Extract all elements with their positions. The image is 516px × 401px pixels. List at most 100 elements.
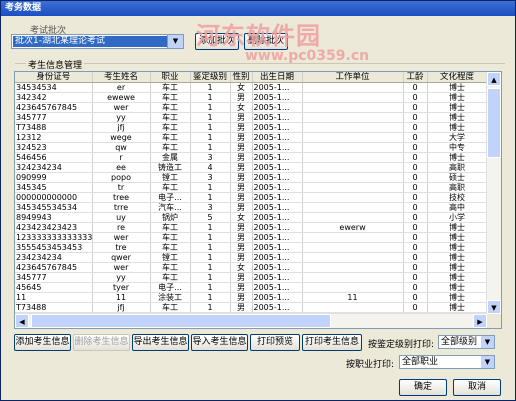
job-select[interactable]: 全部职业 ▼ — [399, 355, 495, 369]
table-cell: 0 — [403, 262, 428, 273]
table-cell — [302, 132, 404, 143]
table-cell: 0 — [403, 272, 428, 283]
table-row[interactable]: 3555453453453 tre 车工 1 男 2005-1... 0 博士 — [15, 242, 488, 253]
table-cell: 汽车... — [150, 202, 191, 213]
table-cell: 车工 — [150, 242, 191, 253]
chevron-down-icon[interactable]: ▼ — [481, 336, 494, 348]
table-cell: 大学 — [427, 132, 488, 143]
table-cell: 1 — [190, 262, 231, 273]
table-row[interactable]: 423423423423 re 车工 1 男 2005-1... ewerw 0 博士 — [15, 222, 488, 233]
column-header[interactable]: 工龄 — [403, 72, 428, 83]
scroll-left-icon[interactable]: ◀ — [15, 314, 29, 328]
table-row[interactable]: 423645767845 wer 车工 1 女 2005-1... 0 博士 — [15, 102, 488, 113]
add-batch-button[interactable]: 添加批次 — [195, 33, 239, 50]
scroll-up-icon[interactable]: ▲ — [487, 72, 501, 86]
table-cell: 3 — [190, 172, 231, 183]
column-header[interactable]: 职业 — [150, 72, 191, 83]
level-select[interactable]: 全部级别 ▼ — [438, 335, 495, 349]
table-row[interactable]: 34534534 er 车工 1 女 2005-1... 0 博士 — [15, 82, 488, 93]
table-cell: 博士 — [427, 252, 488, 263]
table-cell: 车工 — [150, 122, 191, 133]
column-header[interactable]: 工作单位 — [302, 72, 404, 83]
cancel-button[interactable]: 取消 — [453, 379, 501, 396]
table-row[interactable]: 345345 tr 车工 1 男 2005-1... 0 高职 — [15, 182, 488, 193]
table-row[interactable]: T73488 jfj 车工 1 男 2005-1... 0 博士 — [15, 302, 488, 313]
table-cell: 2005-1... — [252, 232, 303, 243]
job-select-value: 全部职业 — [402, 357, 439, 367]
table-cell: wege — [92, 132, 151, 143]
table-cell: 234234234 — [15, 252, 93, 263]
delete-student-button[interactable]: 删除考生信息 — [73, 334, 130, 351]
table-row[interactable]: 000000000000 tree 电子... 1 男 2005-1... 0 技校 — [15, 192, 488, 203]
vertical-scrollbar[interactable]: ▲ ▼ — [486, 72, 501, 314]
column-header[interactable]: 出生日期 — [252, 72, 303, 83]
table-cell: T73488 — [15, 302, 93, 313]
ok-button[interactable]: 确定 — [399, 379, 447, 396]
add-student-button[interactable]: 添加考生信息 — [14, 334, 71, 351]
table-cell: 博士 — [427, 242, 488, 253]
table-row[interactable]: 423645767845 wer 车工 1 女 2005-1... 0 博士 — [15, 262, 488, 273]
table-cell: 1 — [190, 82, 231, 93]
table-cell: jfj — [92, 302, 151, 313]
table-cell: 高职 — [427, 162, 488, 173]
table-row[interactable]: 090999 popo 镗工 3 男 2005-1... 0 硕士 — [15, 172, 488, 183]
table-row[interactable]: 8949943 uy 锅炉 5 女 2005-1... 0 小学 — [15, 212, 488, 223]
table-cell: 车工 — [150, 142, 191, 153]
student-grid[interactable]: 身份证号 考生姓名 职业 鉴定级别 性别 出生日期 工作单位 工龄 文化程度 34534534 e… — [14, 71, 502, 329]
column-header[interactable]: 考生姓名 — [92, 72, 151, 83]
table-cell: 男 — [230, 172, 253, 183]
table-row[interactable]: 12312wege车工1男2005-1... 0大学 — [15, 132, 488, 143]
delete-batch-button[interactable]: 删除批次 — [244, 33, 288, 50]
table-cell: 2005-1... — [252, 172, 303, 183]
table-cell: 男 — [230, 302, 253, 313]
column-header[interactable]: 鉴定级别 — [190, 72, 231, 83]
table-cell: 男 — [230, 152, 253, 163]
table-cell: 0 — [403, 112, 428, 123]
table-row[interactable]: 11 11 涂装工 1 男 2005-1... 11 0 博士 — [15, 292, 488, 303]
table-cell: 0 — [403, 202, 428, 213]
table-cell: jfj — [92, 122, 151, 133]
horizontal-scrollbar[interactable]: ◀ ▶ — [15, 313, 487, 328]
table-cell: 0 — [403, 182, 428, 193]
table-cell: 1 — [190, 132, 231, 143]
chevron-down-icon[interactable]: ▼ — [481, 356, 494, 368]
table-cell: 电子... — [150, 282, 191, 293]
table-cell — [302, 282, 404, 293]
table-cell: 34534534 — [15, 82, 93, 93]
table-cell — [302, 212, 404, 223]
import-student-button[interactable]: 导入考生信息 — [191, 334, 248, 351]
print-student-button[interactable]: 打印考生信息 — [302, 334, 362, 351]
table-row[interactable]: 324234234 ee 铸造工 4 男 2005-1... 0 高职 — [15, 162, 488, 173]
level-select-value: 全部级别 — [441, 337, 478, 347]
column-header[interactable]: 文化程度 — [427, 72, 488, 83]
table-row[interactable]: 45645 tyer 电子... 1 男 2005-1... 0 博士 — [15, 282, 488, 293]
table-row[interactable]: 546456 r 金属 3 男 2005-1... 0 博士 — [15, 152, 488, 163]
vertical-scroll-thumb[interactable] — [487, 88, 501, 158]
student-table: 身份证号 考生姓名 职业 鉴定级别 性别 出生日期 工作单位 工龄 文化程度 34534534 e… — [15, 72, 488, 328]
table-row[interactable]: 345777 yy 车工 1 男 2005-1... 0 博士 — [15, 272, 488, 283]
table-cell: uy — [92, 212, 151, 223]
table-row[interactable]: 1233333333333333 wer 车工 1 男 2005-1... 0 博士 — [15, 232, 488, 243]
table-cell — [302, 262, 404, 273]
table-row[interactable]: 324523qw车工1男2005-1... 0中专 — [15, 142, 488, 153]
scroll-down-icon[interactable]: ▼ — [487, 300, 501, 314]
table-cell — [302, 242, 404, 253]
table-row[interactable]: 345777 yy 车工 1 男 2005-1... 0 博士 — [15, 112, 488, 123]
print-preview-button[interactable]: 打印预览 — [250, 334, 300, 351]
table-row[interactable]: 234234234 qwer 镗工 1 男 2005-1... 0 博士 — [15, 252, 488, 263]
table-cell: er — [92, 82, 151, 93]
horizontal-scroll-thumb[interactable] — [31, 314, 331, 328]
column-header[interactable]: 身份证号 — [15, 72, 93, 83]
batch-select[interactable]: 批次1-湖北某理论考试 ▼ — [11, 34, 184, 49]
table-row[interactable]: T73488 jfj 车工 1 男 2005-1... 0 博士 — [15, 122, 488, 133]
table-cell: 1 — [190, 222, 231, 233]
export-student-button[interactable]: 导出考生信息 — [132, 334, 189, 351]
table-cell — [302, 152, 404, 163]
table-row[interactable]: 345345534534 trre 汽车... 3 男 2005-1... 0 高中 — [15, 202, 488, 213]
table-cell: 男 — [230, 92, 253, 103]
column-header[interactable]: 性别 — [230, 72, 253, 83]
table-cell: 男 — [230, 132, 253, 143]
chevron-down-icon[interactable]: ▼ — [167, 35, 183, 48]
scroll-right-icon[interactable]: ▶ — [473, 314, 487, 328]
table-row[interactable]: 342342 ewewe 车工 1 男 2005-1... 0 博士 — [15, 92, 488, 103]
